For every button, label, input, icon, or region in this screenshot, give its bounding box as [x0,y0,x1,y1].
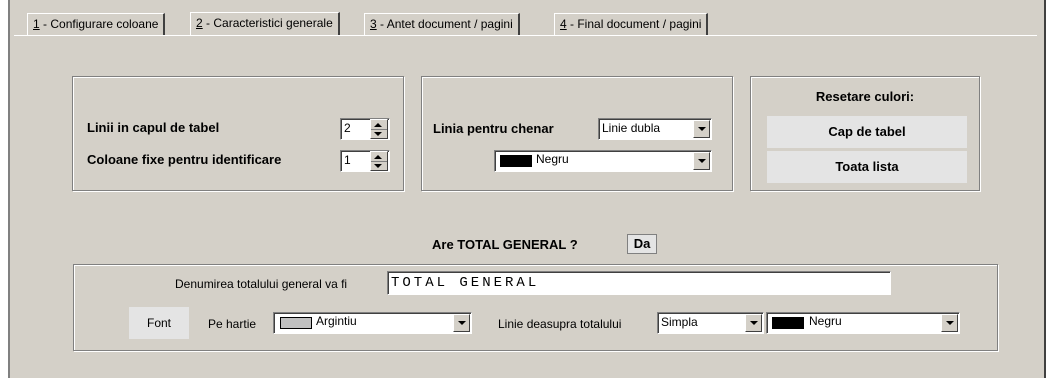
paper-color-swatch [280,317,312,329]
border-color-swatch-fill [500,155,532,167]
border-line-style-dropdown-button[interactable] [693,120,710,138]
arrow-up-icon [374,155,382,159]
chevron-down-icon [458,321,466,325]
reset-all-colors-button[interactable]: Toata lista [767,151,967,183]
arrow-down-icon [374,132,382,136]
tab-configurare-coloane[interactable]: 1 - Configurare coloane [27,13,166,35]
tab-number: 4 [560,17,567,31]
tab-number: 1 [33,17,40,31]
total-general-question: Are TOTAL GENERAL ? [432,237,578,252]
border-line-style-value: Linie dubla [602,121,661,135]
header-rows-value: 2 [344,121,351,135]
header-rows-label: Linii in capul de tabel [87,120,220,135]
line-color-value: Negru [809,314,842,328]
border-color-dropdown-button[interactable] [693,152,710,170]
line-above-total-label: Linie deasupra totalului [498,317,622,331]
paper-color-label: Pe hartie [208,317,257,331]
tab-final-document[interactable]: 4 - Final document / pagini [554,13,709,35]
font-button[interactable]: Font [129,307,189,339]
tab-label: - Caracteristici generale [202,16,333,30]
arrow-down-icon [374,164,382,168]
line-color-dropdown-button[interactable] [941,314,958,332]
border-line-label: Linia pentru chenar [433,121,554,136]
total-general-toggle[interactable]: Da [627,234,657,254]
chevron-down-icon [698,127,706,131]
fixed-columns-label: Coloane fixe pentru identificare [87,152,282,167]
tab-number: 3 [370,17,377,31]
header-rows-spin-buttons[interactable] [370,119,388,139]
total-name-input[interactable]: TOTAL GENERAL [387,271,891,295]
chevron-down-icon [750,321,758,325]
spin-down-button[interactable] [371,129,387,138]
chevron-down-icon [946,321,954,325]
reset-header-colors-button[interactable]: Cap de tabel [767,116,967,148]
fixed-columns-spin-buttons[interactable] [370,151,388,171]
line-above-total-style-value: Simpla [661,315,698,329]
tab-number: 2 [196,16,203,30]
total-name-label: Denumirea totalului general va fi [175,277,348,291]
border-color-value: Negru [536,152,569,166]
line-color-swatch [772,317,804,329]
tab-label: - Final document / pagini [566,17,702,31]
tab-label: - Configurare coloane [39,17,159,31]
tab-caracteristici-generale[interactable]: 2 - Caracteristici generale [190,12,340,36]
arrow-up-icon [374,123,382,127]
paper-color-dropdown-button[interactable] [453,314,470,332]
fixed-columns-value: 1 [344,153,351,167]
paper-color-value: Argintiu [316,314,357,328]
reset-colors-title: Resetare culori: [815,89,915,104]
tab-antet-document[interactable]: 3 - Antet document / pagini [364,13,520,35]
spin-down-button[interactable] [371,161,387,170]
chevron-down-icon [698,159,706,163]
line-style-dropdown-button[interactable] [745,314,762,332]
tab-label: - Antet document / pagini [376,17,513,31]
